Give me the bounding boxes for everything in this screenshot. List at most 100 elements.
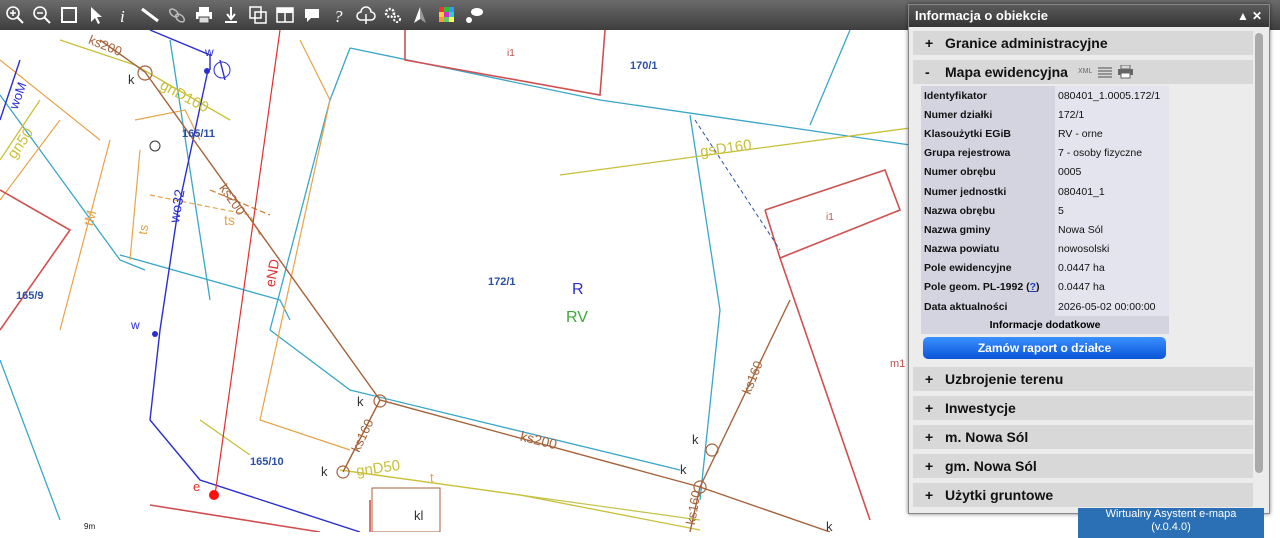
layout-icon[interactable] <box>274 4 296 26</box>
parcel-number-label: 165/9 <box>16 290 44 302</box>
section-granice-administracyjne[interactable]: + Granice administracyjne <box>913 31 1253 55</box>
panel-header[interactable]: Informacja o obiekcie ▲✕ <box>909 5 1269 27</box>
parcel-number-label: 172/1 <box>488 276 516 288</box>
zoom-extent-icon[interactable] <box>58 4 80 26</box>
expand-icon: + <box>925 400 934 417</box>
expand-icon: + <box>925 429 934 446</box>
select-arrow-icon[interactable] <box>85 4 107 26</box>
xml-export-icon[interactable]: XML <box>1078 60 1092 84</box>
assistant-title: Wirtualny Asystent e-mapa <box>1105 508 1237 520</box>
map-label-k: k <box>692 432 699 447</box>
cloud-upload-icon[interactable] <box>355 4 377 26</box>
svg-text:i: i <box>120 7 125 25</box>
attribute-key: Pole geom. PL-1992 (?) <box>921 277 1055 298</box>
virtual-assistant-button[interactable]: Wirtualny Asystent e-mapa (v.0.4.0) <box>1078 508 1264 538</box>
section-label: Inwestycje <box>945 400 1016 417</box>
svg-text:?: ? <box>334 7 343 25</box>
measure-distance-icon[interactable] <box>139 4 161 26</box>
parcel-number-label: 165/11 <box>182 128 216 140</box>
attribute-key: Numer działki <box>921 105 1055 125</box>
settings-icon[interactable] <box>382 4 404 26</box>
attribute-row: Pole ewidencyjne 0.0447 ha <box>921 258 1169 278</box>
attribute-value: 0.0447 ha <box>1055 277 1169 298</box>
section-label: gm. Nowa Sól <box>945 458 1037 475</box>
map-label-t: t <box>430 470 434 485</box>
attribute-value: 172/1 <box>1055 105 1169 125</box>
help-icon[interactable]: ? <box>328 4 350 26</box>
north-arrow-icon[interactable] <box>409 4 431 26</box>
expand-icon: + <box>925 458 934 475</box>
panel-scrollbar[interactable] <box>1255 33 1263 473</box>
attribute-key: Grupa rejestrowa <box>921 143 1055 163</box>
order-report-button[interactable]: Zamów raport o działce <box>923 337 1166 360</box>
help-link[interactable]: ? <box>1030 281 1036 293</box>
attribute-value: 080401_1 <box>1055 181 1169 202</box>
attribute-row: Numer jednostki 080401_1 <box>921 181 1169 202</box>
parcel-boundary <box>0 94 146 271</box>
parcel-number-label: 170/1 <box>630 60 658 72</box>
attribute-row: Numer działki 172/1 <box>921 105 1169 125</box>
attribute-key-text: Numer obrębu <box>924 166 996 179</box>
attribute-key: Nazwa obrębu <box>921 201 1055 221</box>
attribute-key-text: Grupa rejestrowa <box>924 147 1011 160</box>
parcel-number-label: 165/10 <box>250 456 284 468</box>
print-icon[interactable] <box>193 4 215 26</box>
attribute-key: Nazwa gminy <box>921 220 1055 240</box>
zoom-in-icon[interactable] <box>4 4 26 26</box>
close-icon[interactable]: ✕ <box>1252 9 1265 23</box>
attribute-value: 0005 <box>1055 162 1169 182</box>
scale-bar-label: 9m <box>84 522 96 531</box>
section-gm-nowa-sol[interactable]: + gm. Nowa Sól <box>913 454 1253 479</box>
link-icon[interactable] <box>166 4 188 26</box>
attribute-key-text: Nazwa powiatu <box>924 243 1000 256</box>
attribute-row: Nazwa gminy Nowa Sól <box>921 220 1169 240</box>
section-label: Użytki gruntowe <box>945 487 1054 504</box>
section-uzbrojenie-terenu[interactable]: + Uzbrojenie terenu <box>913 367 1253 392</box>
parcel-boundary <box>0 359 61 521</box>
comment-icon[interactable] <box>301 4 323 26</box>
attribute-value: nowosolski <box>1055 239 1169 259</box>
attribute-key: Numer jednostki <box>921 181 1055 202</box>
section-label: Mapa ewidencyjna <box>945 64 1068 80</box>
chat-icon[interactable] <box>463 4 485 26</box>
attribute-value: 0.0447 ha <box>1055 258 1169 278</box>
section-m-nowa-sol[interactable]: + m. Nowa Sól <box>913 425 1253 450</box>
attribute-row: Identyfikator 080401_1.0005.172/1 <box>921 86 1169 106</box>
map-label-e: e <box>193 479 201 494</box>
panel-controls[interactable]: ▲✕ <box>1237 5 1265 27</box>
print-icon[interactable] <box>1118 65 1134 79</box>
parcel-boundary <box>269 329 681 471</box>
list-icon[interactable] <box>1098 66 1113 78</box>
attribute-key-text: Pole ewidencyjne <box>924 262 1012 275</box>
color-palette-icon[interactable] <box>436 4 458 26</box>
attribute-key: Data aktualności <box>921 297 1055 317</box>
attribute-key-text: Nazwa obrębu <box>924 204 996 217</box>
object-info-panel: Informacja o obiekcie ▲✕ + Granice admin… <box>908 4 1270 514</box>
expand-icon: + <box>925 35 934 51</box>
collapse-icon[interactable]: ▲ <box>1237 9 1252 23</box>
attribute-key: Nazwa powiatu <box>921 239 1055 259</box>
map-label-i1: i1 <box>826 212 834 223</box>
parcel-boundary <box>169 39 211 301</box>
panel-body: + Granice administracyjne - Mapa ewidenc… <box>913 29 1253 513</box>
attribute-key: Klasoużytki EGiB <box>921 124 1055 144</box>
attribute-key-text: Data aktualności <box>924 300 1008 313</box>
additional-info-row[interactable]: Informacje dodatkowe <box>921 316 1169 335</box>
collapse-icon: - <box>925 64 930 80</box>
attribute-key: Numer obrębu <box>921 162 1055 182</box>
expand-icon: + <box>925 371 934 388</box>
map-label-k: k <box>321 464 328 479</box>
attribute-value: 7 - osoby fizyczne <box>1055 143 1169 163</box>
info-icon[interactable]: i <box>112 4 134 26</box>
section-uzytki-gruntowe[interactable]: + Użytki gruntowe <box>913 483 1253 508</box>
section-mapa-ewidencyjna[interactable]: - Mapa ewidencyjna XML <box>913 60 1253 84</box>
attribute-key: Identyfikator <box>921 86 1055 106</box>
attribute-value: 080401_1.0005.172/1 <box>1055 86 1169 106</box>
zoom-out-icon[interactable] <box>31 4 53 26</box>
section-inwestycje[interactable]: + Inwestycje <box>913 396 1253 421</box>
map-label-R: R <box>572 281 584 298</box>
attribute-row: Numer obrębu 0005 <box>921 162 1169 182</box>
layers-copy-icon[interactable] <box>247 4 269 26</box>
download-icon[interactable] <box>220 4 242 26</box>
map-label-RV: RV <box>566 309 588 326</box>
